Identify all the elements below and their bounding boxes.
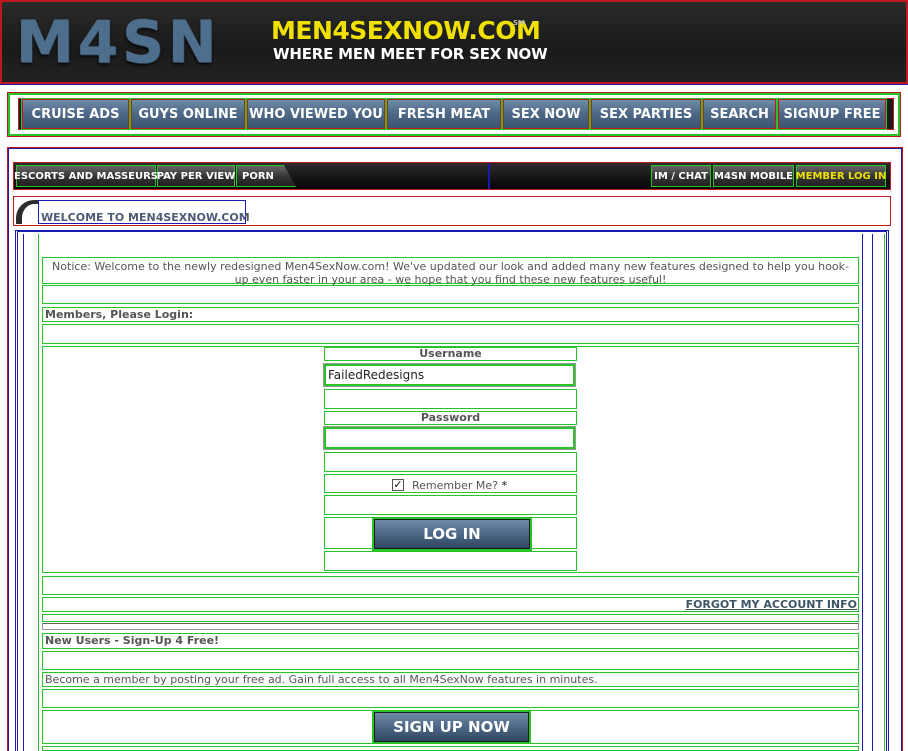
notice-box: Notice: Welcome to the newly redesigned … bbox=[42, 257, 859, 286]
sub-nav-escorts[interactable]: ESCORTS AND MASSEURS bbox=[14, 165, 158, 187]
sub-nav-divider bbox=[488, 163, 490, 189]
signup-description: Become a member by posting your free ad.… bbox=[42, 672, 859, 687]
section-divider bbox=[42, 623, 859, 630]
welcome-bar: WELCOME TO MEN4SEXNOW.COM bbox=[13, 196, 891, 226]
spacer-row bbox=[42, 651, 859, 670]
spacer-cell bbox=[324, 495, 577, 515]
main-nav-container: CRUISE ADS GUYS ONLINE WHO VIEWED YOU FR… bbox=[7, 92, 901, 137]
nav-fresh-meat[interactable]: FRESH MEAT bbox=[386, 98, 502, 130]
site-logo[interactable]: M4SN bbox=[16, 10, 220, 74]
forgot-account-link[interactable]: FORGOT MY ACCOUNT INFO bbox=[686, 598, 857, 611]
password-input[interactable] bbox=[323, 426, 576, 450]
sign-up-now-button[interactable]: SIGN UP NOW bbox=[372, 710, 531, 744]
signup-heading: New Users - Sign-Up 4 Free! bbox=[42, 633, 859, 649]
frame-line bbox=[884, 234, 885, 751]
signup-button-row: SIGN UP NOW bbox=[42, 710, 859, 744]
sub-nav-porn[interactable]: PORN bbox=[236, 165, 296, 187]
password-input-cell bbox=[323, 426, 577, 450]
remember-me-label: Remember Me? * bbox=[412, 479, 507, 492]
sub-nav-pay-per-view[interactable]: PAY PER VIEW bbox=[157, 165, 235, 187]
sub-nav-im-chat[interactable]: IM / CHAT bbox=[651, 165, 711, 187]
service-mark: SM bbox=[513, 19, 526, 27]
remember-cell: ✓ Remember Me? * bbox=[324, 474, 577, 493]
welcome-title: WELCOME TO MEN4SEXNOW.COM bbox=[38, 200, 250, 224]
sub-nav-m4sn-mobile[interactable]: M4SN MOBILE bbox=[713, 165, 794, 187]
username-input[interactable] bbox=[323, 363, 576, 387]
remember-me-text: Remember Me? bbox=[412, 479, 498, 492]
nav-search[interactable]: SEARCH bbox=[702, 98, 777, 130]
frame-line bbox=[862, 234, 863, 751]
checkmark-icon: ✓ bbox=[393, 478, 403, 491]
forgot-row: FORGOT MY ACCOUNT INFO bbox=[42, 597, 859, 612]
welcome-corner-decoration bbox=[16, 200, 38, 224]
spacer-row bbox=[42, 614, 859, 622]
required-marker: * bbox=[501, 479, 508, 492]
spacer-row bbox=[42, 746, 859, 751]
frame-line bbox=[23, 234, 24, 751]
nav-who-viewed-you[interactable]: WHO VIEWED YOU bbox=[246, 98, 386, 130]
login-heading: Members, Please Login: bbox=[42, 307, 859, 322]
login-button-cell: LOG IN bbox=[324, 517, 577, 551]
spacer-cell bbox=[324, 452, 577, 472]
spacer-cell bbox=[324, 389, 577, 409]
remember-me-checkbox[interactable]: ✓ bbox=[392, 479, 404, 491]
nav-signup-free[interactable]: SIGNUP FREE bbox=[777, 98, 887, 130]
frame-line bbox=[872, 234, 873, 751]
sub-nav: ESCORTS AND MASSEURS PAY PER VIEW PORN I… bbox=[13, 162, 891, 190]
site-tagline: WHERE MEN MEET FOR SEX NOW bbox=[273, 45, 548, 63]
spacer-cell bbox=[324, 551, 577, 571]
spacer-row bbox=[42, 576, 859, 595]
spacer-row bbox=[42, 324, 859, 344]
site-header: M4SN MEN4SEXNOW.COM SM WHERE MEN MEET FO… bbox=[0, 0, 908, 85]
site-domain: MEN4SEXNOW.COM bbox=[271, 16, 541, 45]
password-label-cell: Password bbox=[324, 411, 577, 425]
sub-nav-member-log-in[interactable]: MEMBER LOG IN bbox=[796, 165, 886, 187]
nav-cruise-ads[interactable]: CRUISE ADS bbox=[21, 98, 130, 130]
nav-sex-now[interactable]: SEX NOW bbox=[502, 98, 590, 130]
username-label: Username bbox=[419, 347, 482, 360]
username-input-cell bbox=[323, 363, 577, 387]
username-label-cell: Username bbox=[324, 347, 577, 361]
password-label: Password bbox=[420, 411, 481, 424]
frame-line bbox=[38, 234, 39, 751]
spacer-row bbox=[42, 285, 859, 304]
spacer-row bbox=[42, 689, 859, 708]
nav-guys-online[interactable]: GUYS ONLINE bbox=[130, 98, 246, 130]
nav-sex-parties[interactable]: SEX PARTIES bbox=[590, 98, 702, 130]
main-nav: CRUISE ADS GUYS ONLINE WHO VIEWED YOU FR… bbox=[18, 98, 894, 130]
notice-text: Notice: Welcome to the newly redesigned … bbox=[52, 260, 849, 286]
login-button[interactable]: LOG IN bbox=[372, 517, 532, 551]
